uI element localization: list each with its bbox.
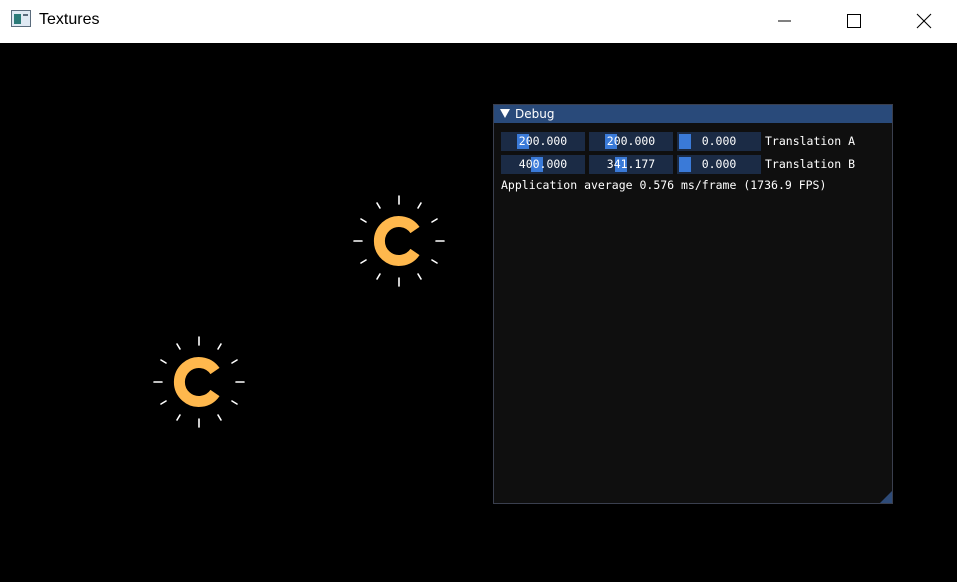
- translation-b-label: Translation B: [765, 157, 856, 171]
- window-title: Textures: [39, 11, 100, 28]
- minimize-button[interactable]: [761, 0, 807, 43]
- gl-viewport: Debug 200.000 200.000 0.000 Translation …: [0, 43, 957, 582]
- app-window-icon: [11, 10, 31, 27]
- close-button[interactable]: [901, 0, 947, 43]
- translation-a-label: Translation A: [765, 134, 856, 148]
- translation-b-y-slider[interactable]: 341.177: [589, 155, 673, 174]
- translation-a-y-slider[interactable]: 200.000: [589, 132, 673, 151]
- logo-sprite-a: [353, 195, 445, 287]
- translation-b-z-slider[interactable]: 0.000: [677, 155, 761, 174]
- sun-logo-c-icon: [353, 195, 445, 287]
- translation-a-x-slider[interactable]: 200.000: [501, 132, 585, 151]
- sun-logo-c-icon: [153, 336, 245, 428]
- maximize-button[interactable]: [830, 0, 876, 43]
- fps-stats-text: Application average 0.576 ms/frame (1736…: [501, 178, 827, 192]
- translation-a-z-slider[interactable]: 0.000: [677, 132, 761, 151]
- debug-window-title: Debug: [515, 107, 555, 121]
- debug-window: Debug 200.000 200.000 0.000 Translation …: [493, 104, 893, 504]
- close-icon: [916, 13, 932, 29]
- translation-b-x-slider[interactable]: 400.000: [501, 155, 585, 174]
- resize-grip-icon[interactable]: [880, 491, 892, 503]
- debug-window-titlebar[interactable]: Debug: [494, 105, 892, 123]
- logo-sprite-b: [153, 336, 245, 428]
- maximize-icon: [847, 14, 861, 28]
- window-titlebar: Textures: [0, 0, 957, 43]
- collapse-arrow-icon[interactable]: [500, 109, 510, 118]
- minimize-icon: [778, 20, 791, 22]
